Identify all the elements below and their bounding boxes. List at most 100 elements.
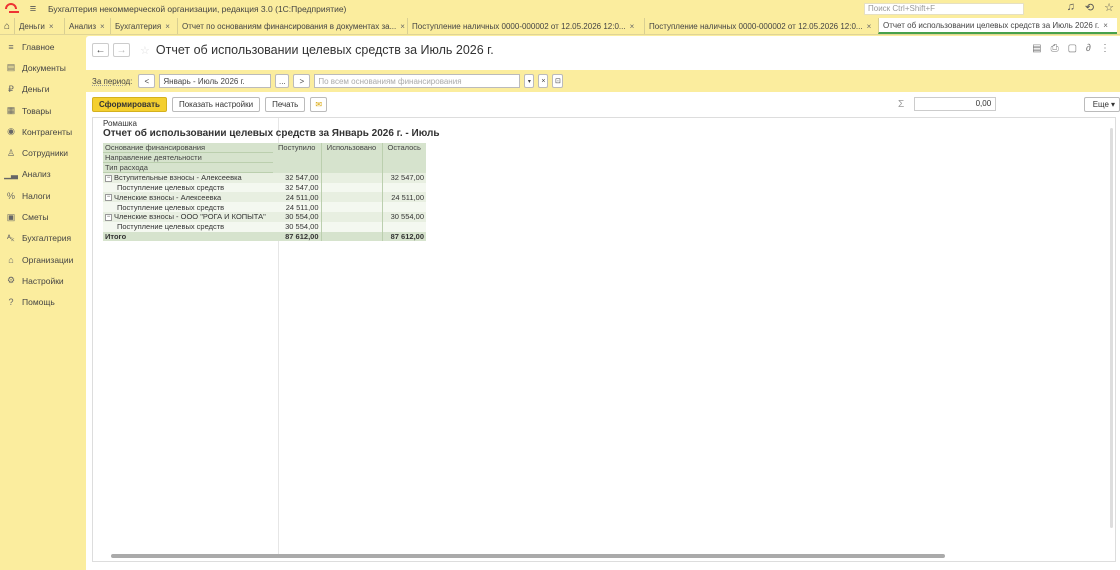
report-title: Отчет об использовании целевых средств з… bbox=[103, 128, 440, 139]
menu-icon: ≡ bbox=[8, 41, 14, 52]
gear-icon: ⚙ bbox=[6, 275, 16, 286]
clear-icon[interactable]: × bbox=[538, 74, 549, 88]
more-button[interactable]: Еще ▾ bbox=[1083, 97, 1120, 112]
sum-icon: Σ bbox=[898, 98, 905, 110]
document-icon: ▤ bbox=[6, 62, 16, 73]
period-select-button[interactable]: ... bbox=[275, 74, 290, 88]
filter-bar: За период: < Январь - Июль 2026 г. ... >… bbox=[86, 70, 1120, 92]
vertical-scrollbar[interactable] bbox=[1110, 128, 1113, 528]
table-row[interactable]: − Вступительные взносы - Алексеевка 32 54… bbox=[103, 172, 426, 183]
tab-funding-report[interactable]: Отчет по основаниям финансирования в док… bbox=[177, 18, 407, 34]
sum-field: 0,00 bbox=[914, 97, 997, 111]
help-icon: ? bbox=[8, 297, 14, 308]
global-search-input[interactable]: Поиск Ctrl+Shift+F bbox=[864, 3, 1024, 15]
tab-money[interactable]: Деньги × bbox=[14, 18, 64, 34]
sidebar-item-money[interactable]: ₽ Деньги bbox=[0, 79, 86, 100]
page-title: Отчет об использовании целевых средств з… bbox=[155, 43, 494, 57]
sidebar-item-contractors[interactable]: ◉ Контрагенты bbox=[0, 121, 86, 142]
calculator-icon: ▣ bbox=[6, 211, 16, 222]
close-icon[interactable]: × bbox=[165, 22, 170, 31]
sidebar-item-estimates[interactable]: ▣ Сметы bbox=[0, 206, 86, 227]
period-prev-button[interactable]: < bbox=[138, 74, 156, 88]
notifications-icon[interactable]: ♫ bbox=[1067, 1, 1075, 14]
tab-cash-receipt-1[interactable]: Поступление наличных 0000-000002 от 12.0… bbox=[407, 18, 644, 34]
sidebar-item-accounting[interactable]: ᴬₖ Бухгалтерия bbox=[0, 228, 86, 249]
tab-analysis[interactable]: Анализ × bbox=[64, 18, 110, 34]
collapse-icon[interactable]: − bbox=[105, 174, 112, 182]
funding-basis-input[interactable]: По всем основаниям финансирования bbox=[314, 74, 521, 88]
tab-target-funds-report[interactable]: Отчет об использовании целевых средств з… bbox=[878, 18, 1117, 34]
dropdown-icon[interactable]: ▾ bbox=[524, 74, 535, 88]
close-icon[interactable]: × bbox=[1103, 21, 1108, 30]
header-expense-type: Тип расхода bbox=[103, 162, 273, 174]
app-title: Бухгалтерия некоммерческой организации, … bbox=[48, 4, 347, 14]
print-button[interactable]: Печать bbox=[265, 97, 306, 112]
total-row[interactable]: Итого 87 612,00 87 612,00 bbox=[103, 231, 426, 242]
collapse-icon[interactable]: − bbox=[105, 213, 112, 221]
period-label[interactable]: За период: bbox=[92, 77, 132, 86]
table-row[interactable]: Поступление целевых средств 32 547,00 bbox=[103, 182, 426, 193]
period-next-button[interactable]: > bbox=[293, 74, 311, 88]
close-icon[interactable]: × bbox=[49, 22, 54, 31]
link-icon[interactable]: ∂ bbox=[1086, 43, 1091, 54]
email-icon[interactable]: ✉ bbox=[310, 97, 328, 112]
sidebar-item-taxes[interactable]: % Налоги bbox=[0, 185, 86, 206]
collapse-icon[interactable]: − bbox=[105, 194, 112, 202]
organization-name: Ромашка bbox=[103, 119, 137, 128]
close-icon[interactable]: × bbox=[400, 22, 405, 31]
save-icon[interactable]: ▤ bbox=[1032, 43, 1041, 54]
close-icon[interactable]: × bbox=[100, 22, 105, 31]
arrow-right-icon: → bbox=[116, 44, 127, 56]
sidebar-item-help[interactable]: ? Помощь bbox=[0, 292, 86, 313]
tab-cash-receipt-2[interactable]: Поступление наличных 0000-000002 от 12.0… bbox=[644, 18, 878, 34]
favorites-icon[interactable]: ☆ bbox=[1104, 1, 1114, 14]
header-received: Поступило bbox=[273, 143, 322, 173]
person-icon: ♙ bbox=[6, 147, 16, 158]
organization-icon: ⌂ bbox=[8, 254, 14, 265]
close-icon[interactable]: × bbox=[867, 22, 872, 31]
table-row[interactable]: Поступление целевых средств 30 554,00 bbox=[103, 221, 426, 232]
table-row[interactable]: − Членские взносы - ООО "РОГА И КОПЫТА" 3… bbox=[103, 211, 426, 222]
preview-icon[interactable]: ▢ bbox=[1068, 43, 1077, 54]
tab-accounting[interactable]: Бухгалтерия × bbox=[110, 18, 177, 34]
horizontal-scrollbar[interactable] bbox=[101, 554, 1113, 558]
1c-logo-icon[interactable] bbox=[0, 0, 26, 18]
period-input[interactable]: Январь - Июль 2026 г. bbox=[159, 74, 272, 88]
chevron-down-icon: ▾ bbox=[1110, 100, 1115, 109]
history-icon[interactable]: ⟲ bbox=[1085, 1, 1094, 14]
print-icon[interactable]: ⎙ bbox=[1051, 43, 1059, 54]
header-remaining: Осталось bbox=[382, 143, 426, 173]
sidebar-item-analysis[interactable]: ▁▃ Анализ bbox=[0, 164, 86, 185]
report-spreadsheet[interactable]: Ромашка Отчет об использовании целевых с… bbox=[92, 117, 1116, 562]
scrollbar-thumb[interactable] bbox=[111, 554, 945, 558]
report-table: Основание финансирования Поступило Испол… bbox=[103, 143, 426, 242]
home-icon[interactable]: ⌂ bbox=[0, 18, 14, 34]
sidebar-item-settings[interactable]: ⚙ Настройки bbox=[0, 270, 86, 291]
table-row[interactable]: − Членские взносы - Алексеевка 24 511,00 … bbox=[103, 192, 426, 203]
main-panel: ← → ☆ Отчет об использовании целевых сре… bbox=[86, 36, 1120, 570]
forward-button[interactable]: → bbox=[113, 43, 130, 57]
generate-button[interactable]: Сформировать bbox=[92, 97, 167, 112]
header-used: Использовано bbox=[321, 143, 383, 173]
tab-bar: ⌂ Деньги × Анализ × Бухгалтерия × Отчет по … bbox=[0, 18, 1120, 35]
more-vertical-icon[interactable]: ⋮ bbox=[1100, 43, 1110, 54]
open-icon[interactable]: ⊡ bbox=[552, 74, 564, 88]
sidebar-item-employees[interactable]: ♙ Сотрудники bbox=[0, 142, 86, 163]
main-menu-icon[interactable]: ≡ bbox=[26, 3, 40, 15]
favorite-star-icon[interactable]: ☆ bbox=[140, 44, 150, 57]
contractor-icon: ◉ bbox=[7, 126, 15, 137]
sidebar-item-organizations[interactable]: ⌂ Организации bbox=[0, 249, 86, 270]
back-button[interactable]: ← bbox=[92, 43, 109, 57]
chart-icon: ▁▃ bbox=[4, 168, 18, 179]
header-basis: Основание финансирования bbox=[103, 143, 273, 154]
sidebar-item-documents[interactable]: ▤ Документы bbox=[0, 57, 86, 78]
table-row[interactable]: Поступление целевых средств 24 511,00 bbox=[103, 202, 426, 212]
header-direction: Направление деятельности bbox=[103, 152, 273, 164]
title-bar: ≡ Бухгалтерия некоммерческой организации… bbox=[0, 0, 1120, 18]
form-header: ← → ☆ Отчет об использовании целевых сре… bbox=[92, 41, 494, 59]
sidebar-item-main[interactable]: ≡ Главное bbox=[0, 36, 86, 57]
show-settings-button[interactable]: Показать настройки bbox=[171, 97, 261, 112]
sidebar-item-goods[interactable]: ▦ Товары bbox=[0, 100, 86, 121]
percent-icon: % bbox=[6, 190, 15, 201]
close-icon[interactable]: × bbox=[630, 22, 635, 31]
